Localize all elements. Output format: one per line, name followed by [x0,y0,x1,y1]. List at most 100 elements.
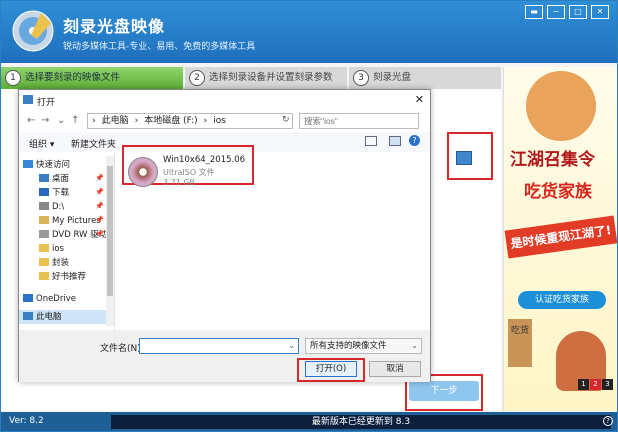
ad-slogan: 是时候重现江湖了! [504,215,617,259]
nav-item[interactable]: 封装 [19,256,69,270]
ad-pager: 1 2 3 [578,379,613,390]
drive-icon [39,202,49,210]
ad-headline: 江湖召集令 [510,150,595,170]
nav-item-label: D:\ [52,202,65,212]
app-title: 刻录光盘映像 [63,17,166,36]
pin-icon[interactable]: 📌 [95,202,104,210]
step-2: 2 选择刻录设备并设置刻录参数 [185,67,347,89]
refresh-icon[interactable]: ↻ [282,115,290,125]
pin-icon[interactable]: 📌 [95,174,104,182]
chevron-down-icon[interactable]: ⌄ [411,339,418,353]
next-button[interactable]: 下一步 [409,381,479,401]
nav-vertical-scrollbar[interactable] [106,156,114,326]
ad-cta-button[interactable]: 认证吃货家族 [518,291,606,309]
update-notice[interactable]: 最新版本已经更新到 8.3 [111,415,611,429]
filename-input[interactable]: ⌄ [139,338,299,354]
file-type-select[interactable]: 所有支持的映像文件 ⌄ [305,338,422,354]
pin-icon[interactable]: 📌 [95,188,104,196]
ad-page-3[interactable]: 3 [602,379,613,390]
breadcrumb-item[interactable]: 此电脑 [102,116,129,126]
folder-icon [39,244,49,252]
pin-icon[interactable]: 📌 [95,216,104,224]
browse-folder-button[interactable] [456,151,472,165]
minimize-button[interactable]: − [547,5,565,19]
dialog-footer: 文件名(N): ⌄ 所有支持的映像文件 ⌄ 打开(O) 取消 [19,330,430,382]
breadcrumb-item[interactable]: 本地磁盘 (F:) [144,116,197,126]
nav-item[interactable]: 桌面 [19,172,69,186]
up-arrow-icon[interactable]: ↑ [71,115,79,126]
dialog-title-bar: 打开 ✕ [19,90,430,110]
dialog-help-icon[interactable]: ? [409,135,420,146]
folder-icon [39,272,49,280]
preview-pane-icon[interactable] [389,136,401,146]
chevron-down-icon[interactable]: ⌄ [288,341,295,350]
view-mode-icon[interactable] [365,136,377,146]
status-bar: Ver: 8.2 最新版本已经更新到 8.3 ? [1,412,617,431]
nav-item-label: My Pictures [52,216,101,226]
nav-item-label: 封装 [52,258,70,268]
nav-item[interactable]: 快速访问 [19,158,70,172]
navigation-pane: 此电脑 OneDrive 好书推荐 封装 ios DVD RW 驱动器 My Picture… [19,152,115,330]
nav-item[interactable]: 好书推荐 [19,270,86,284]
ad-page-1[interactable]: 1 [578,379,589,390]
dialog-title: 打开 [37,98,56,108]
app-window: 刻录光盘映像 锐动多媒体工具-专业、易用、免费的多媒体工具 ▬ − □ ✕ 1选… [0,0,618,432]
version-label: Ver: 8.2 [9,416,44,426]
nav-item[interactable]: 下载 [19,186,69,200]
ad-sign: 吃货 [508,319,532,367]
nav-item[interactable]: OneDrive [19,292,76,306]
file-name[interactable]: Win10x64_2015.06 [163,155,245,165]
help-icon[interactable]: ? [603,416,613,426]
nav-item[interactable]: ios [19,242,64,256]
pin-icon[interactable]: 📌 [95,230,104,238]
filename-label: 文件名(N): [100,344,144,354]
step-number: 1 [5,70,21,86]
organize-menu[interactable]: 组织 ▾ [29,137,54,150]
nav-item-label: 下载 [52,188,70,198]
step-number: 3 [353,70,369,86]
cancel-button[interactable]: 取消 [369,361,421,377]
ad-page-2[interactable]: 2 [590,379,601,390]
nav-item-label: ios [52,244,64,254]
file-type: UltraISO 文件 [163,168,215,177]
search-input[interactable] [299,113,419,129]
dvd-icon [39,230,49,238]
download-icon [39,188,49,196]
disc-logo-icon [12,10,54,52]
address-bar[interactable]: › 此电脑 › 本地磁盘 (F:) › ios [87,113,293,129]
forward-arrow-icon[interactable]: → [41,115,49,126]
close-button[interactable]: ✕ [591,5,609,19]
iso-disc-icon[interactable] [128,157,158,187]
step-1: 1 选择要刻录的映像文件 [1,67,183,89]
skin-button[interactable]: ▬ [525,5,543,19]
recent-dropdown-icon[interactable]: ⌄ [57,115,65,126]
breadcrumb-sep: › [134,116,139,126]
dialog-close-button[interactable]: ✕ [415,93,424,106]
nav-item[interactable]: D:\ [19,200,64,214]
star-icon [23,160,33,168]
desktop-icon [39,174,49,182]
file-type-value: 所有支持的映像文件 [310,341,387,351]
open-button[interactable]: 打开(O) [305,361,357,377]
new-folder-button[interactable]: 新建文件夹 [71,137,116,150]
window-controls: ▬ − □ ✕ [525,5,609,19]
ad-banner[interactable]: 江湖召集令 吃货家族 是时候重现江湖了! 认证吃货家族 吃货 1 2 3 [503,67,617,411]
step-number: 2 [189,70,205,86]
folder-icon [23,95,33,104]
nav-item-label: 此电脑 [36,312,62,322]
step-label: 选择要刻录的映像文件 [25,72,121,83]
back-arrow-icon[interactable]: ← [27,115,35,126]
step-bar: 1 选择要刻录的映像文件 2 选择刻录设备并设置刻录参数 3 刻录光盘 [1,67,501,89]
nav-item-label: 快速访问 [36,160,71,170]
scrollbar-thumb[interactable] [107,166,113,296]
nav-item[interactable]: My Pictures [19,214,101,228]
cloud-icon [23,294,33,302]
nav-item[interactable]: 此电脑 [19,310,114,324]
breadcrumb-item[interactable]: ios [213,116,226,126]
maximize-button[interactable]: □ [569,5,587,19]
ad-subheadline: 吃货家族 [524,182,592,202]
title-bar: 刻录光盘映像 锐动多媒体工具-专业、易用、免费的多媒体工具 ▬ − □ ✕ [1,1,617,63]
nav-item-label: 好书推荐 [52,272,87,282]
dialog-navbar: ← → ⌄ ↑ › 此电脑 › 本地磁盘 (F:) › ios ↻ [19,110,430,132]
step-label: 刻录光盘 [373,72,412,83]
